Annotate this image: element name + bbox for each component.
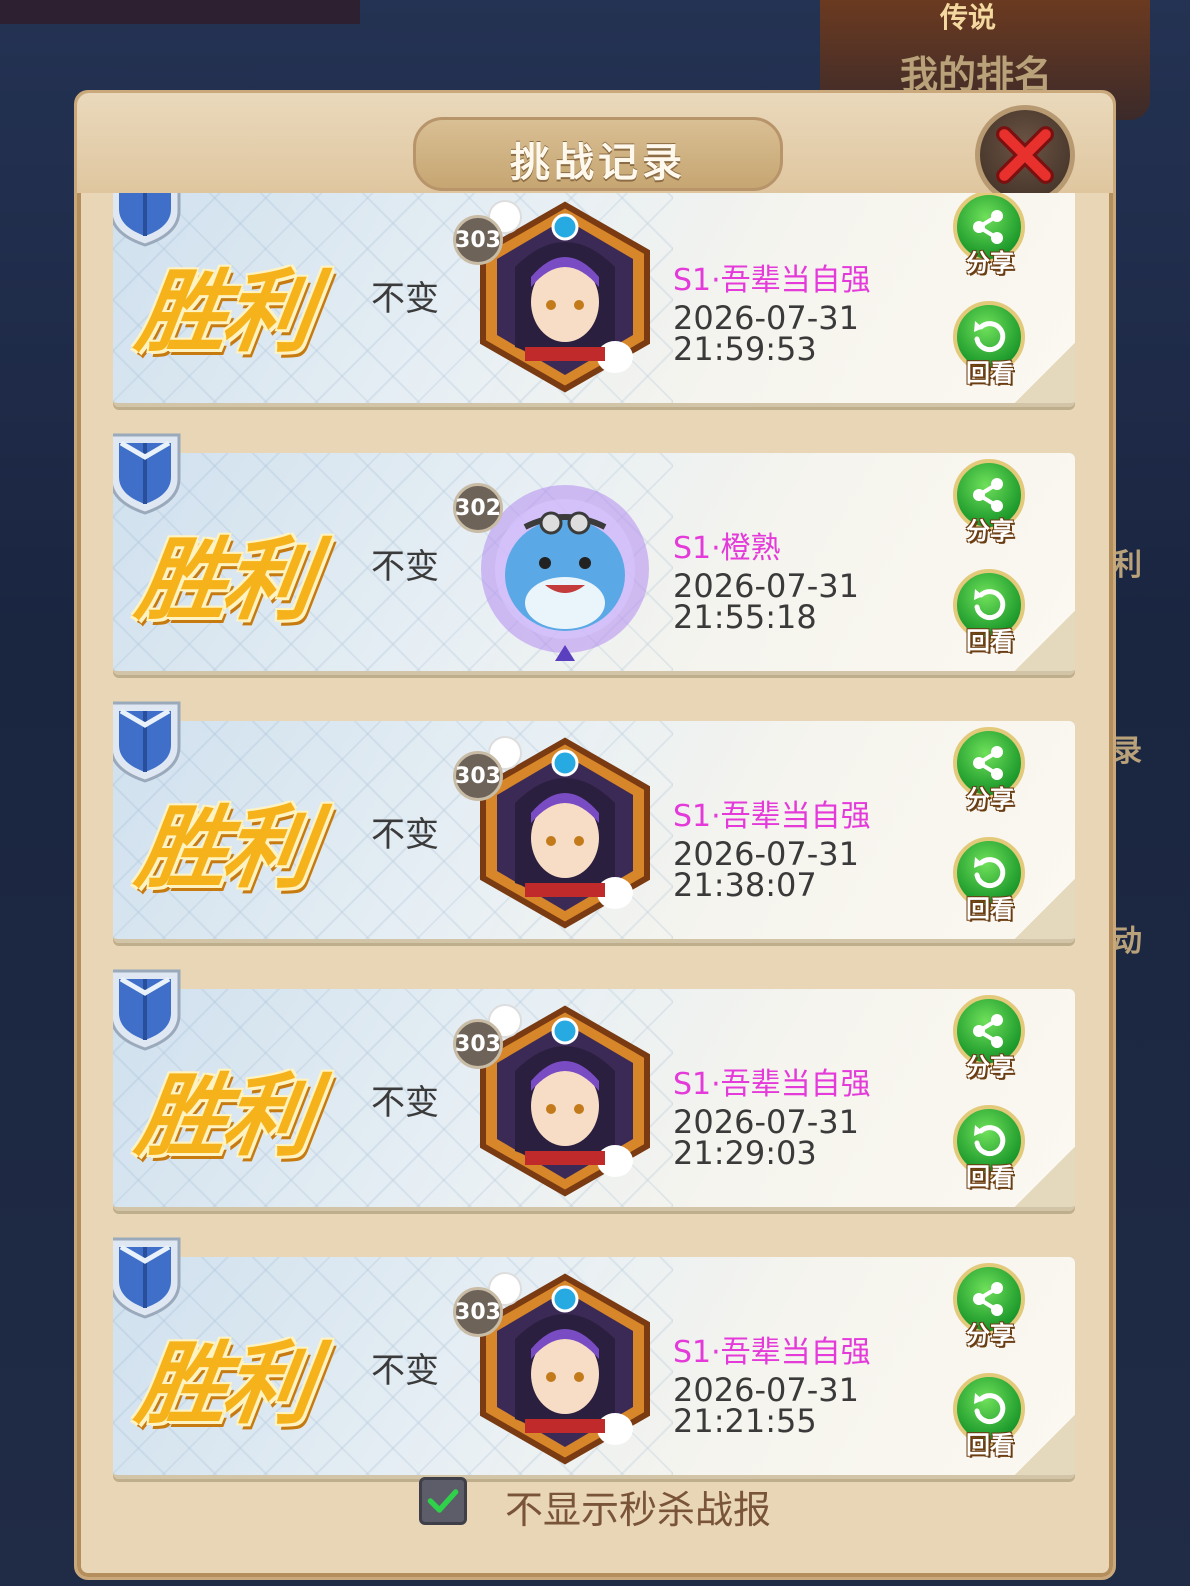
record-item: 胜利 不变 303 S1·吾辈当自强 2026-07-31 21:59:53 分…	[113, 193, 1075, 407]
background-side-label: 利	[1112, 548, 1142, 583]
opponent-name: S1·吾辈当自强	[673, 263, 871, 298]
record-card: 胜利 不变 303 S1·吾辈当自强 2026-07-31 21:59:53 分…	[113, 193, 1075, 407]
record-list[interactable]: 胜利 不变 303 S1·吾辈当自强 2026-07-31 21:59:53 分…	[113, 193, 1075, 1523]
replay-icon	[974, 857, 1006, 889]
dialog-title: 挑战记录	[510, 140, 686, 186]
replay-label: 回看	[966, 359, 1014, 387]
battle-time: 21:29:03	[673, 1134, 817, 1172]
battle-time: 21:38:07	[673, 866, 817, 904]
opponent-level-badge: 303	[453, 1287, 503, 1337]
record-card: 胜利 不变 303 S1·吾辈当自强 2026-07-31 21:29:03 分…	[113, 989, 1075, 1211]
replay-button[interactable]: 回看	[951, 569, 1029, 659]
record-card: 胜利 不变 303 S1·吾辈当自强 2026-07-31 21:21:55 分…	[113, 1257, 1075, 1479]
replay-icon	[974, 1125, 1006, 1157]
battle-datetime: 2026-07-31 21:21:55	[673, 1374, 859, 1440]
record-item: 胜利 不变 303 S1·吾辈当自强 2026-07-31 21:38:07 分…	[113, 701, 1075, 943]
share-icon	[973, 478, 1003, 512]
replay-label: 回看	[966, 627, 1014, 655]
share-button[interactable]: 分享	[951, 995, 1029, 1085]
opponent-name: S1·吾辈当自强	[673, 1335, 871, 1370]
result-label: 胜利	[130, 528, 318, 633]
share-label: 分享	[966, 1321, 1014, 1349]
opponent-level-badge: 302	[453, 483, 503, 533]
blue-shield-icon	[113, 193, 181, 247]
share-icon	[973, 1282, 1003, 1316]
rank-change-label: 不变	[371, 279, 439, 319]
replay-button[interactable]: 回看	[951, 837, 1029, 927]
blue-shield-icon	[113, 701, 181, 783]
blue-shield-icon	[113, 433, 181, 515]
result-label: 胜利	[130, 260, 318, 365]
dialog-footer: 不显示秒杀战报	[77, 1453, 1113, 1573]
share-icon	[973, 746, 1003, 780]
opponent-name: S1·吾辈当自强	[673, 1067, 871, 1102]
dialog-header: 挑战记录	[77, 93, 1113, 193]
share-label: 分享	[966, 1053, 1014, 1081]
replay-label: 回看	[966, 895, 1014, 923]
share-icon	[973, 210, 1003, 244]
opponent-level-badge: 303	[453, 215, 503, 265]
record-card: 胜利 不变 303 S1·吾辈当自强 2026-07-31 21:38:07 分…	[113, 721, 1075, 943]
share-label: 分享	[966, 785, 1014, 813]
checkmark-icon	[427, 1489, 459, 1513]
replay-icon	[974, 321, 1006, 353]
result-label: 胜利	[130, 1064, 318, 1169]
battle-datetime: 2026-07-31 21:38:07	[673, 838, 859, 904]
result-label: 胜利	[130, 796, 318, 901]
battle-time: 21:59:53	[673, 330, 817, 368]
battle-datetime: 2026-07-31 21:59:53	[673, 302, 859, 368]
share-button[interactable]: 分享	[951, 193, 1029, 281]
replay-label: 回看	[966, 1163, 1014, 1191]
title-plate: 挑战记录	[413, 117, 783, 191]
share-icon	[973, 1014, 1003, 1048]
share-label: 分享	[966, 517, 1014, 545]
record-item: 胜利 不变 302 S1·橙熟 2026-07-31 21:55:18 分享 回…	[113, 433, 1075, 675]
opponent-level-badge: 303	[453, 751, 503, 801]
opponent-name: S1·橙熟	[673, 531, 781, 566]
background-top-label: 传说	[940, 1, 997, 34]
blue-shield-icon	[113, 1237, 181, 1319]
replay-icon	[974, 589, 1006, 621]
rank-change-label: 不变	[371, 815, 439, 855]
background-title-bar	[0, 0, 360, 24]
replay-button[interactable]: 回看	[951, 301, 1029, 391]
record-item: 胜利 不变 303 S1·吾辈当自强 2026-07-31 21:29:03 分…	[113, 969, 1075, 1211]
challenge-record-dialog: 挑战记录 胜利 不变 303 S1·吾辈当自强 2026-07-31 21:59…	[74, 90, 1116, 1580]
hide-instant-kill-checkbox[interactable]	[419, 1477, 467, 1525]
share-button[interactable]: 分享	[951, 1263, 1029, 1353]
record-card: 胜利 不变 302 S1·橙熟 2026-07-31 21:55:18 分享 回…	[113, 453, 1075, 675]
rank-change-label: 不变	[371, 1351, 439, 1391]
share-button[interactable]: 分享	[951, 459, 1029, 549]
battle-time: 21:21:55	[673, 1402, 817, 1440]
blue-shield-icon	[113, 969, 181, 1051]
rank-change-label: 不变	[371, 547, 439, 587]
battle-datetime: 2026-07-31 21:29:03	[673, 1106, 859, 1172]
rank-change-label: 不变	[371, 1083, 439, 1123]
replay-button[interactable]: 回看	[951, 1373, 1029, 1463]
record-item: 胜利 不变 303 S1·吾辈当自强 2026-07-31 21:21:55 分…	[113, 1237, 1075, 1479]
close-x-icon	[996, 126, 1054, 184]
battle-time: 21:55:18	[673, 598, 817, 636]
replay-icon	[974, 1393, 1006, 1425]
battle-datetime: 2026-07-31 21:55:18	[673, 570, 859, 636]
share-label: 分享	[966, 249, 1014, 277]
opponent-name: S1·吾辈当自强	[673, 799, 871, 834]
close-button[interactable]	[975, 105, 1075, 205]
replay-button[interactable]: 回看	[951, 1105, 1029, 1195]
background-side-label: 动	[1112, 924, 1142, 959]
share-button[interactable]: 分享	[951, 727, 1029, 817]
hide-instant-kill-label: 不显示秒杀战报	[505, 1488, 772, 1532]
opponent-level-badge: 303	[453, 1019, 503, 1069]
result-label: 胜利	[130, 1332, 318, 1437]
background-side-label: 录	[1112, 734, 1142, 769]
